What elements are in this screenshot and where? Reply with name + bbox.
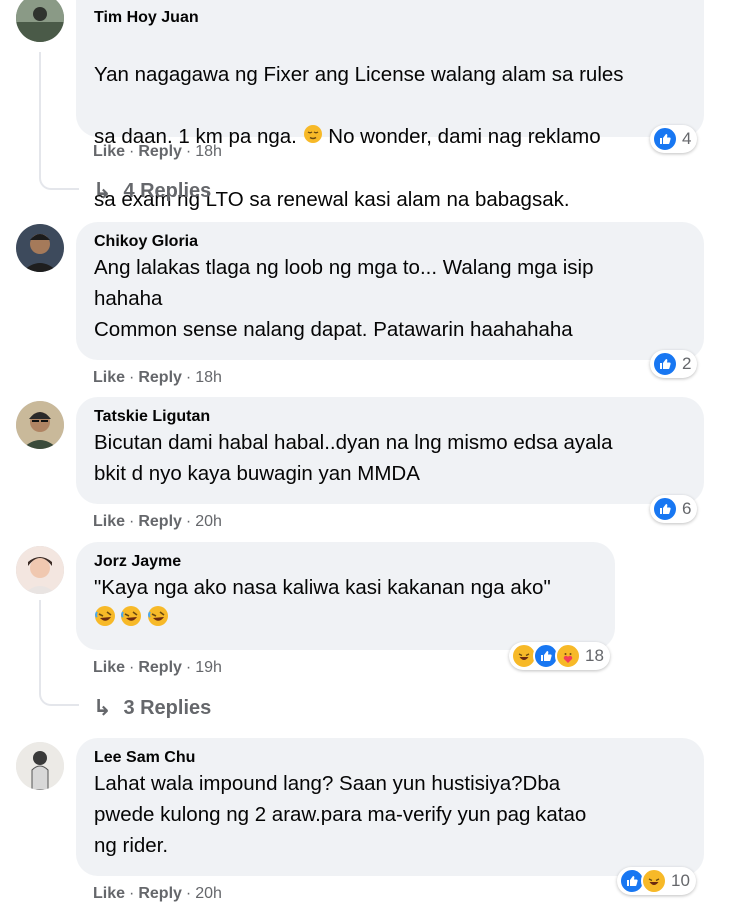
separator: · <box>185 885 192 902</box>
thread-line <box>39 600 41 685</box>
separator: · <box>185 513 192 530</box>
reaction-count: 18 <box>585 646 604 665</box>
like-button[interactable]: Like <box>93 513 125 530</box>
rolling-laughing-emoji-icon <box>94 605 116 632</box>
comment-text: Bicutan dami habal habal..dyan na lng mi… <box>94 431 613 485</box>
comment-text-segment: No wonder, dami nag reklamo <box>328 125 601 148</box>
like-button[interactable]: Like <box>93 143 125 160</box>
comment-author[interactable]: Lee Sam Chu <box>94 748 686 768</box>
timestamp[interactable]: 19h <box>195 659 222 676</box>
timestamp[interactable]: 18h <box>195 369 222 386</box>
comment-actions: Like · Reply · 20h <box>93 884 222 904</box>
avatar[interactable] <box>16 224 64 272</box>
reaction-summary[interactable]: 4 <box>650 125 698 153</box>
reaction-count: 2 <box>682 354 692 373</box>
avatar[interactable] <box>16 742 64 790</box>
comment-bubble: Lee Sam Chu Lahat wala impound lang? Saa… <box>76 738 704 876</box>
reply-button[interactable]: Reply <box>138 369 182 386</box>
comment-actions: Like · Reply · 20h <box>93 512 222 532</box>
separator: · <box>185 659 192 676</box>
comment-author[interactable]: Tim Hoy Juan <box>94 8 686 28</box>
reply-arrow-icon: ↳ <box>93 695 112 720</box>
separator: · <box>129 885 135 902</box>
reply-button[interactable]: Reply <box>138 143 182 160</box>
view-replies-button[interactable]: ↳ 4 Replies <box>93 178 211 204</box>
comment-author[interactable]: Jorz Jayme <box>94 552 597 572</box>
like-button[interactable]: Like <box>93 885 125 902</box>
timestamp[interactable]: 20h <box>195 513 222 530</box>
comment-emoji-row <box>94 605 597 632</box>
comment-bubble: Jorz Jayme "Kaya nga ako nasa kaliwa kas… <box>76 542 615 650</box>
reply-button[interactable]: Reply <box>138 513 182 530</box>
reaction-count: 10 <box>671 871 690 890</box>
reaction-summary[interactable]: 10 <box>617 867 696 895</box>
comment-text: "Kaya nga ako nasa kaliwa kasi kakanan n… <box>94 576 551 599</box>
separator: · <box>129 513 135 530</box>
comment-text: Lahat wala impound lang? Saan yun hustis… <box>94 772 587 857</box>
timestamp[interactable]: 20h <box>195 885 222 902</box>
reply-arrow-icon: ↳ <box>93 178 112 203</box>
like-button[interactable]: Like <box>93 369 125 386</box>
reply-button[interactable]: Reply <box>138 659 182 676</box>
haha-icon <box>641 868 667 894</box>
like-icon <box>652 126 678 152</box>
view-replies-button[interactable]: ↳ 3 Replies <box>93 695 211 721</box>
comment-actions: Like · Reply · 18h <box>93 142 222 162</box>
reaction-count: 4 <box>682 129 692 148</box>
thread-line <box>39 52 41 170</box>
like-icon <box>652 496 678 522</box>
replies-label: 3 Replies <box>123 696 212 719</box>
comment-actions: Like · Reply · 19h <box>93 658 222 678</box>
separator: · <box>185 369 192 386</box>
separator: · <box>129 659 135 676</box>
reaction-count: 6 <box>682 499 692 518</box>
comment-actions: Like · Reply · 18h <box>93 368 222 388</box>
reply-button[interactable]: Reply <box>138 885 182 902</box>
like-button[interactable]: Like <box>93 659 125 676</box>
avatar[interactable] <box>16 401 64 449</box>
like-icon <box>652 351 678 377</box>
comment-text-line: Yan nagagawa ng Fixer ang License walang… <box>94 63 624 86</box>
thread-connector <box>39 160 79 190</box>
comment-text: Yan nagagawa ng Fixer ang License walang… <box>94 28 686 246</box>
reaction-summary[interactable]: 18 <box>509 642 610 670</box>
comment-bubble: Tim Hoy Juan Yan nagagawa ng Fixer ang L… <box>76 0 704 211</box>
comment-text: Ang lalakas tlaga ng loob ng mga to... W… <box>94 256 594 341</box>
comment-bubble: Tatskie Ligutan Bicutan dami habal habal… <box>76 397 704 504</box>
relieved-face-emoji-icon <box>303 122 323 153</box>
avatar[interactable] <box>16 0 64 42</box>
timestamp[interactable]: 18h <box>195 143 222 160</box>
replies-label: 4 Replies <box>123 179 212 202</box>
reaction-summary[interactable]: 6 <box>650 495 698 523</box>
separator: · <box>129 143 135 160</box>
avatar[interactable] <box>16 546 64 594</box>
comment-author[interactable]: Tatskie Ligutan <box>94 407 686 427</box>
comment-author[interactable]: Chikoy Gloria <box>94 232 686 252</box>
reaction-summary[interactable]: 2 <box>650 350 698 378</box>
rolling-laughing-emoji-icon <box>147 605 169 632</box>
comment-bubble: Chikoy Gloria Ang lalakas tlaga ng loob … <box>76 222 704 360</box>
separator: · <box>129 369 135 386</box>
thread-connector <box>39 678 79 706</box>
rolling-laughing-emoji-icon <box>120 605 142 632</box>
care-icon <box>555 643 581 669</box>
separator: · <box>185 143 192 160</box>
